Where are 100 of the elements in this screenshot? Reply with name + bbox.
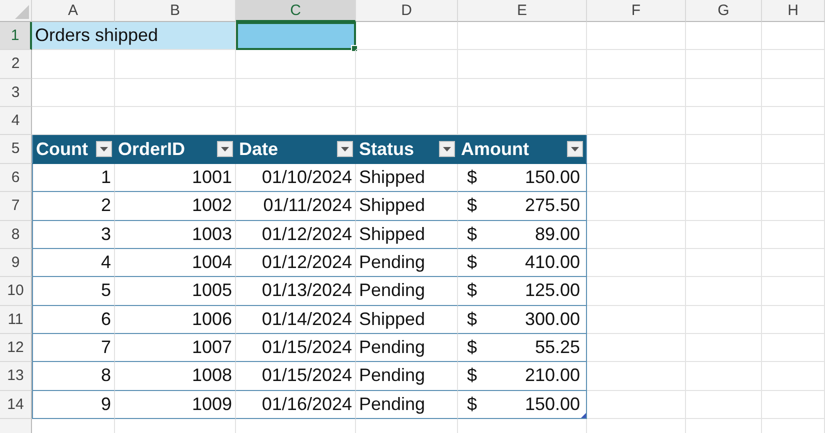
- empty-cell[interactable]: [587, 22, 686, 50]
- empty-cell[interactable]: [762, 78, 825, 108]
- column-title: OrderID: [118, 138, 186, 160]
- empty-cell[interactable]: [762, 306, 825, 334]
- empty-cell[interactable]: [458, 50, 587, 79]
- select-all-icon[interactable]: [15, 5, 29, 19]
- row-header[interactable]: 2: [0, 50, 32, 79]
- empty-cell[interactable]: [686, 248, 762, 278]
- empty-cell[interactable]: [587, 50, 686, 79]
- caret-icon: [221, 146, 229, 152]
- row-header[interactable]: 9: [0, 248, 32, 278]
- row-header[interactable]: 11: [0, 306, 32, 334]
- empty-cell[interactable]: [762, 362, 825, 391]
- empty-cell[interactable]: [587, 107, 686, 136]
- column-title: Status: [359, 138, 414, 160]
- table-cell: Shipped: [359, 224, 426, 245]
- empty-cell[interactable]: [115, 78, 236, 108]
- row-header[interactable]: 7: [0, 192, 32, 221]
- column-header[interactable]: G: [686, 0, 762, 22]
- caret-icon: [341, 146, 349, 152]
- row-header[interactable]: 13: [0, 362, 32, 391]
- empty-cell[interactable]: [587, 192, 686, 221]
- table-cell: Shipped: [359, 195, 426, 216]
- table-cell: Pending: [359, 252, 426, 274]
- table-cell: 89.00: [534, 224, 580, 245]
- empty-cell[interactable]: [587, 248, 686, 278]
- table-cell: 1008: [192, 365, 232, 386]
- empty-cell[interactable]: [762, 192, 825, 221]
- row-header[interactable]: 1: [0, 22, 32, 50]
- column-header[interactable]: C: [236, 0, 356, 22]
- caret-icon: [443, 146, 451, 152]
- table-cell: 1003: [192, 224, 232, 245]
- empty-cell[interactable]: [762, 164, 825, 192]
- row-header[interactable]: 5: [0, 135, 32, 164]
- filter-button[interactable]: [217, 141, 233, 158]
- column-header[interactable]: B: [115, 0, 236, 22]
- filter-button[interactable]: [337, 141, 353, 158]
- empty-cell[interactable]: [686, 362, 762, 391]
- empty-cell[interactable]: [762, 107, 825, 136]
- empty-cell[interactable]: [356, 78, 458, 108]
- filter-button[interactable]: [439, 141, 455, 158]
- empty-cell[interactable]: [686, 277, 762, 306]
- table-cell: Pending: [359, 280, 426, 302]
- filter-button[interactable]: [567, 141, 583, 158]
- column-header[interactable]: A: [32, 0, 115, 22]
- table-cell: 275.50: [524, 195, 580, 216]
- empty-cell[interactable]: [762, 248, 825, 278]
- row-header[interactable]: 6: [0, 164, 32, 192]
- currency-symbol: $: [467, 224, 478, 245]
- empty-cell[interactable]: [236, 78, 356, 108]
- row-header[interactable]: 4: [0, 107, 32, 136]
- empty-cell[interactable]: [686, 164, 762, 192]
- currency-symbol: $: [467, 308, 478, 330]
- empty-cell[interactable]: [356, 50, 458, 79]
- empty-cell[interactable]: [587, 362, 686, 391]
- empty-cell[interactable]: [762, 22, 825, 50]
- empty-cell[interactable]: [686, 334, 762, 362]
- empty-cell[interactable]: [686, 78, 762, 108]
- row-header[interactable]: 10: [0, 277, 32, 306]
- empty-cell[interactable]: [762, 334, 825, 362]
- empty-cell[interactable]: [115, 50, 236, 79]
- empty-cell[interactable]: [587, 306, 686, 334]
- table-cell: Pending: [359, 394, 426, 415]
- empty-cell[interactable]: [587, 78, 686, 108]
- empty-cell[interactable]: [762, 390, 825, 420]
- column-header[interactable]: D: [356, 0, 458, 22]
- row-header[interactable]: 12: [0, 334, 32, 362]
- empty-cell[interactable]: [587, 220, 686, 249]
- filter-button[interactable]: [96, 141, 112, 158]
- empty-cell[interactable]: [762, 135, 825, 164]
- empty-cell[interactable]: [686, 192, 762, 221]
- empty-cell[interactable]: [458, 78, 587, 108]
- empty-cell[interactable]: [762, 220, 825, 249]
- empty-cell[interactable]: [236, 50, 356, 79]
- empty-cell[interactable]: [686, 390, 762, 420]
- caret-icon: [100, 146, 108, 152]
- empty-cell[interactable]: [686, 220, 762, 249]
- empty-cell[interactable]: [762, 50, 825, 79]
- column-header[interactable]: F: [587, 0, 686, 22]
- empty-cell[interactable]: [686, 107, 762, 136]
- empty-cell[interactable]: [686, 22, 762, 50]
- table-cell: 150.00: [524, 394, 580, 415]
- row-header[interactable]: 8: [0, 220, 32, 249]
- empty-cell[interactable]: [686, 135, 762, 164]
- empty-cell[interactable]: [587, 390, 686, 420]
- row-header[interactable]: 3: [0, 78, 32, 108]
- table-cell: 7: [100, 337, 111, 358]
- empty-cell[interactable]: [458, 22, 587, 50]
- column-header[interactable]: H: [762, 0, 825, 22]
- row-header[interactable]: 14: [0, 390, 32, 420]
- empty-cell[interactable]: [587, 277, 686, 306]
- resize-handle-icon[interactable]: [581, 413, 586, 418]
- empty-cell[interactable]: [686, 50, 762, 79]
- column-header[interactable]: E: [458, 0, 587, 22]
- empty-cell[interactable]: [587, 334, 686, 362]
- empty-cell[interactable]: [587, 164, 686, 192]
- active-cell[interactable]: [236, 22, 356, 50]
- table-cell: 01/11/2024: [263, 195, 352, 216]
- empty-cell[interactable]: [762, 277, 825, 306]
- empty-cell[interactable]: [686, 306, 762, 334]
